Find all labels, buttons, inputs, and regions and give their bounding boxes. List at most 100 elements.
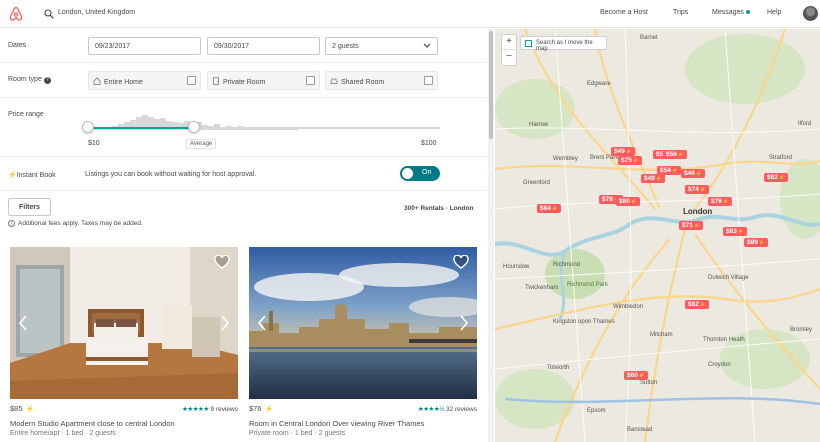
listing-photo[interactable] [249,247,477,399]
price-min-handle[interactable] [82,121,94,133]
map-price-pin[interactable]: $60⚡ [624,371,649,380]
map-place-label: Ilford [798,121,812,127]
map-price-pin[interactable]: $49⚡ [641,174,666,183]
instant-book-icon: ⚡ [25,406,35,413]
home-icon [93,77,101,85]
nav-trips[interactable]: Trips [673,9,688,16]
room-type-label: Room type ? [8,76,51,84]
map-place-label: Barnet [640,35,658,41]
results-scrollbar[interactable] [488,29,494,442]
avatar[interactable] [803,6,818,21]
divider [0,97,487,98]
airbnb-logo-icon[interactable] [8,6,24,22]
instant-book-toggle[interactable]: On [400,166,440,181]
map-price-pin[interactable]: $82⚡ [685,300,710,309]
map-place-label: Banstead [627,427,653,433]
instant-book-description: Listings you can book without waiting fo… [85,171,257,178]
nav-help[interactable]: Help [767,9,781,16]
search-input[interactable]: London, United Kingdom [58,9,135,16]
scrollbar-thumb[interactable] [489,31,493,139]
studio-apartment-photo [10,247,238,399]
room-type-label-shared: Shared Room [341,79,385,86]
checkin-date-input[interactable]: 09/23/2017 [88,37,201,55]
listing-title[interactable]: Modern Studio Apartment close to central… [10,419,175,428]
map-place-label: Hounslow [503,264,530,270]
map-price-pin[interactable]: $76⚡ [708,197,733,206]
toggle-label: On [422,169,432,176]
checkbox[interactable] [306,76,315,85]
listing-subtitle: Private room · 1 bed · 2 guests [249,430,346,437]
map-price-pin[interactable]: $62⚡ [764,173,789,182]
map-price-pin[interactable]: $56⚡ [663,150,688,159]
listing-card[interactable]: $85 ⚡ ★★★★★ 9 reviews Modern Studio Apart… [10,247,238,437]
price-max-handle[interactable] [188,121,200,133]
map-price-pin[interactable]: $74⚡ [685,185,710,194]
checkbox[interactable] [525,40,532,47]
top-bar: London, United Kingdom Become a Host Tri… [0,0,820,28]
map-place-label: Dulwich Village [708,275,749,281]
map-place-label: Tolworth [547,365,570,371]
chevron-left-icon[interactable] [257,315,267,331]
checkbox[interactable] [187,76,196,85]
map-place-label: Greenford [523,180,551,186]
guests-select[interactable]: 2 guests [325,37,438,55]
unread-dot-icon [746,10,750,14]
map-price-pin[interactable]: $84⚡ [537,204,562,213]
river-thames-photo [249,247,477,399]
map-place-label: Wimbledon [613,304,644,310]
map-place-label: Sutton [640,380,658,386]
map-place-label: Richmond [553,262,581,268]
price-slider-fill [88,127,194,129]
map-price-pin[interactable]: $49⚡ [611,147,636,156]
heart-icon[interactable] [453,255,469,269]
results-panel: Dates 09/23/2017 09/30/2017 2 guests Roo… [0,29,487,442]
zoom-control: + − [501,34,517,66]
map-place-label: Twickenham [525,285,559,291]
map-price-pin[interactable]: $71⚡ [679,221,704,230]
checkbox[interactable] [424,76,433,85]
price-max-label: $100 [421,140,437,147]
listing-title[interactable]: Room in Central London Over viewing Rive… [249,419,424,428]
instant-book-icon: ⚡ [264,406,274,413]
results-count: 300+ Rentals · London [404,205,474,212]
info-icon: i [8,220,15,227]
map-place-label: Wembley [553,156,578,162]
heart-icon[interactable] [214,255,230,269]
zoom-in-button[interactable]: + [502,35,516,50]
room-type-label-entire: Entire Home [104,79,143,86]
map-price-pin[interactable]: $83⚡ [723,227,748,236]
chevron-left-icon[interactable] [18,315,28,331]
help-icon[interactable]: ? [43,77,51,84]
map-place-label: Croydon [708,362,731,368]
chevron-right-icon[interactable] [220,315,230,331]
zoom-out-button[interactable]: − [502,50,516,65]
checkout-date-input[interactable]: 09/30/2017 [207,37,320,55]
map-place-label: Kingston upon Thames [553,319,615,325]
filters-button[interactable]: Filters [8,198,51,216]
dates-label: Dates [8,42,27,49]
map-price-pin[interactable]: $46⚡ [681,169,706,178]
fees-note: i Additional fees apply. Taxes may be add… [8,220,143,227]
listing-price: $85 ⚡ [10,404,35,413]
map-background [495,29,820,442]
room-type-entire-home[interactable]: Entire Home [88,71,201,90]
map-price-pin[interactable]: $89⚡ [744,238,769,247]
average-price-marker: Average [186,139,217,149]
room-type-label-private: Private Room [223,79,266,86]
listing-photo[interactable] [10,247,238,399]
room-type-private-room[interactable]: Private Room [207,71,320,90]
nav-become-host[interactable]: Become a Host [600,9,648,16]
map-price-pin[interactable]: $80⚡ [616,197,641,206]
listing-card[interactable]: $76 ⚡ ★★★★½ 32 reviews Room in Central Lo… [249,247,477,437]
star-rating-icon: ★★★★½ [417,406,445,413]
map-price-pin[interactable]: $75⚡ [618,156,643,165]
map[interactable]: + − Search as I move the map Barnet Edgw… [495,29,820,442]
map-place-label: Thornton Heath [703,337,745,343]
search-as-move-toggle[interactable]: Search as I move the map [520,36,607,52]
chevron-right-icon[interactable] [459,315,469,331]
nav-messages[interactable]: Messages [712,9,744,16]
room-type-shared-room[interactable]: Shared Room [325,71,438,90]
divider [0,190,487,191]
map-place-label: Epsom [587,408,606,414]
guests-value: 2 guests [332,43,359,50]
